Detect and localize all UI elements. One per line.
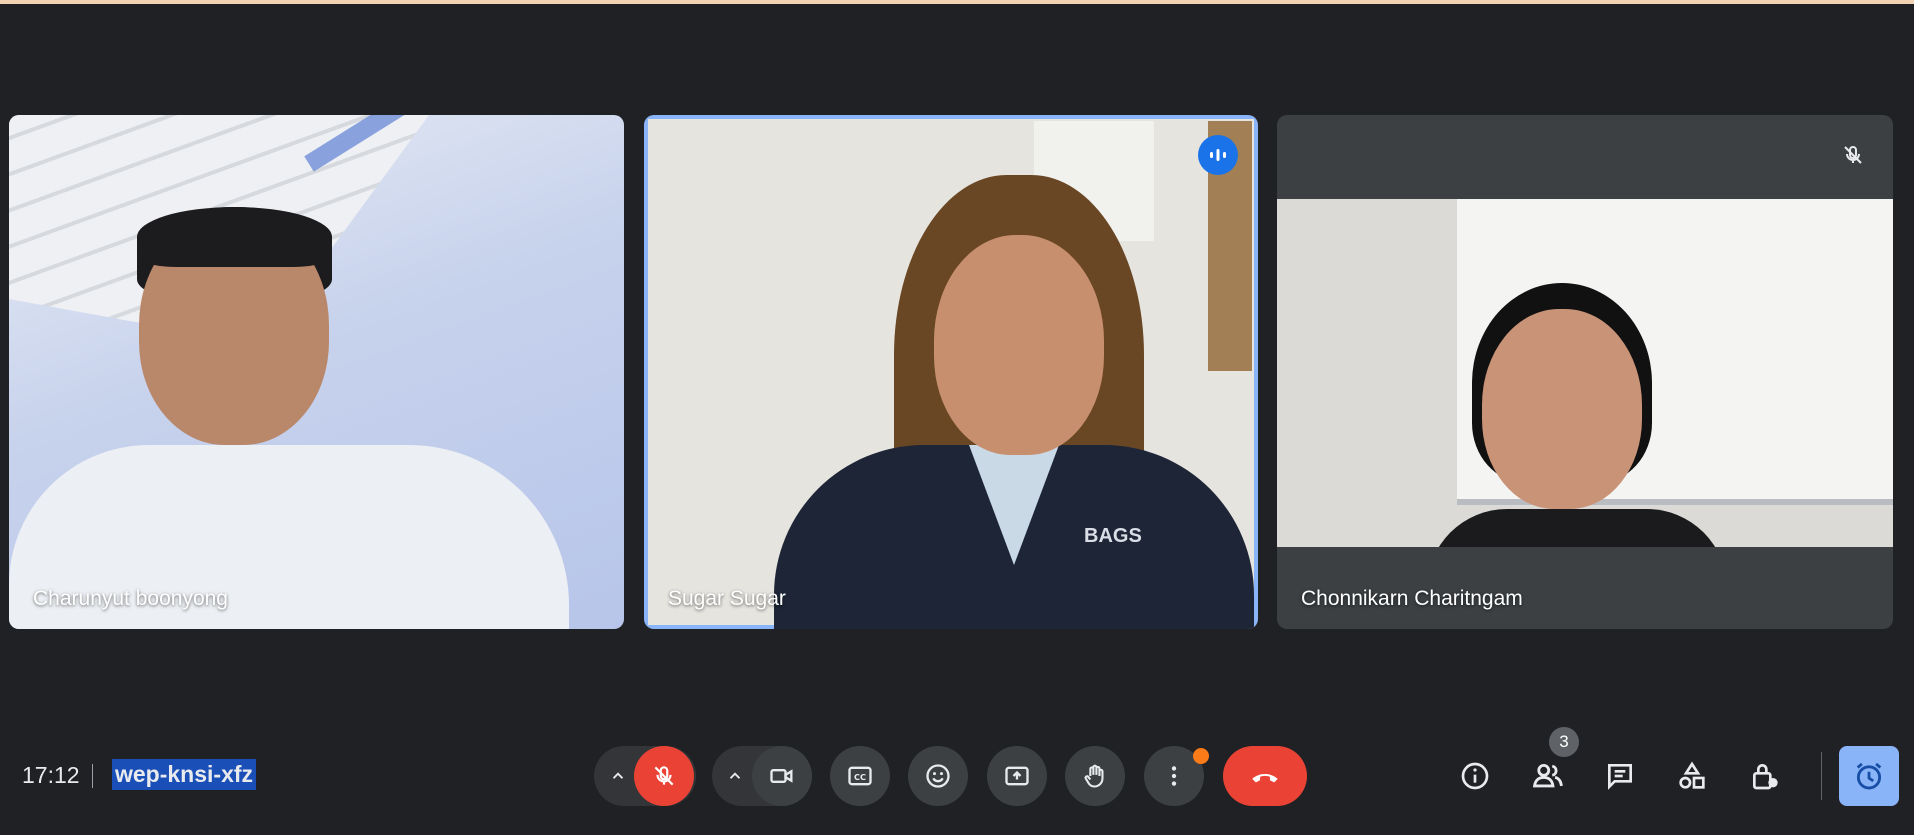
mic-toggle-button[interactable]: [634, 746, 694, 806]
camera-options-chevron-up-icon[interactable]: [720, 761, 750, 791]
participant-tile-chonnikarn[interactable]: Chonnikarn Charitngam: [1277, 115, 1893, 629]
info-icon: [1461, 762, 1489, 790]
camera-icon: [770, 769, 793, 783]
captions-icon: CC: [848, 766, 872, 786]
captions-button[interactable]: CC: [830, 746, 890, 806]
camera-toggle-button[interactable]: [752, 746, 812, 806]
more-icon: [1171, 766, 1177, 786]
raise-hand-button[interactable]: [1065, 746, 1125, 806]
shirt-logo: BAGS: [1084, 525, 1142, 547]
present-icon: [1005, 766, 1029, 786]
video-frame: [1277, 199, 1893, 547]
video-person-body: [1427, 509, 1727, 547]
chat-button[interactable]: [1600, 756, 1640, 796]
emoji-button[interactable]: [908, 746, 968, 806]
meeting-info-button[interactable]: [1455, 756, 1495, 796]
svg-text:CC: CC: [854, 772, 866, 782]
window-top-border: [0, 0, 1914, 4]
timer-icon: [1856, 762, 1882, 790]
timer-button[interactable]: [1839, 746, 1899, 806]
mic-options-chevron-up-icon[interactable]: [603, 761, 633, 791]
notification-dot: [1193, 748, 1209, 764]
video-person-hair-top: [137, 207, 332, 267]
participant-tile-sugar[interactable]: BAGS Sugar Sugar: [644, 115, 1258, 629]
host-controls-icon: [1753, 764, 1778, 790]
raise-hand-icon: [1084, 764, 1104, 788]
mic-muted-icon: [1833, 135, 1873, 175]
participant-name: Chonnikarn Charitngam: [1301, 587, 1523, 610]
people-button[interactable]: [1528, 756, 1568, 796]
speaking-indicator-icon: [1198, 135, 1238, 175]
participant-tile-charunyut[interactable]: Charunyut boonyong: [9, 115, 624, 629]
present-button[interactable]: [987, 746, 1047, 806]
participant-name: Charunyut boonyong: [33, 587, 228, 610]
meeting-code[interactable]: wep-knsi-xfz: [112, 759, 257, 790]
video-person-head: [1482, 309, 1642, 509]
host-controls-button[interactable]: [1745, 756, 1785, 796]
divider: [1821, 752, 1822, 800]
emoji-icon: [926, 764, 950, 788]
participant-name: Sugar Sugar: [668, 587, 786, 610]
people-count-badge: 3: [1549, 727, 1579, 757]
video-person-head: [934, 235, 1104, 455]
people-icon: [1532, 763, 1563, 788]
activities-icon: [1679, 761, 1705, 789]
activities-button[interactable]: [1672, 756, 1712, 796]
chat-icon: [1608, 764, 1632, 790]
mic-off-icon: [654, 766, 674, 786]
meeting-clock: 17:12: [22, 762, 80, 788]
divider: [92, 764, 93, 788]
leave-call-button[interactable]: [1223, 746, 1307, 806]
hang-up-icon: [1252, 774, 1278, 783]
